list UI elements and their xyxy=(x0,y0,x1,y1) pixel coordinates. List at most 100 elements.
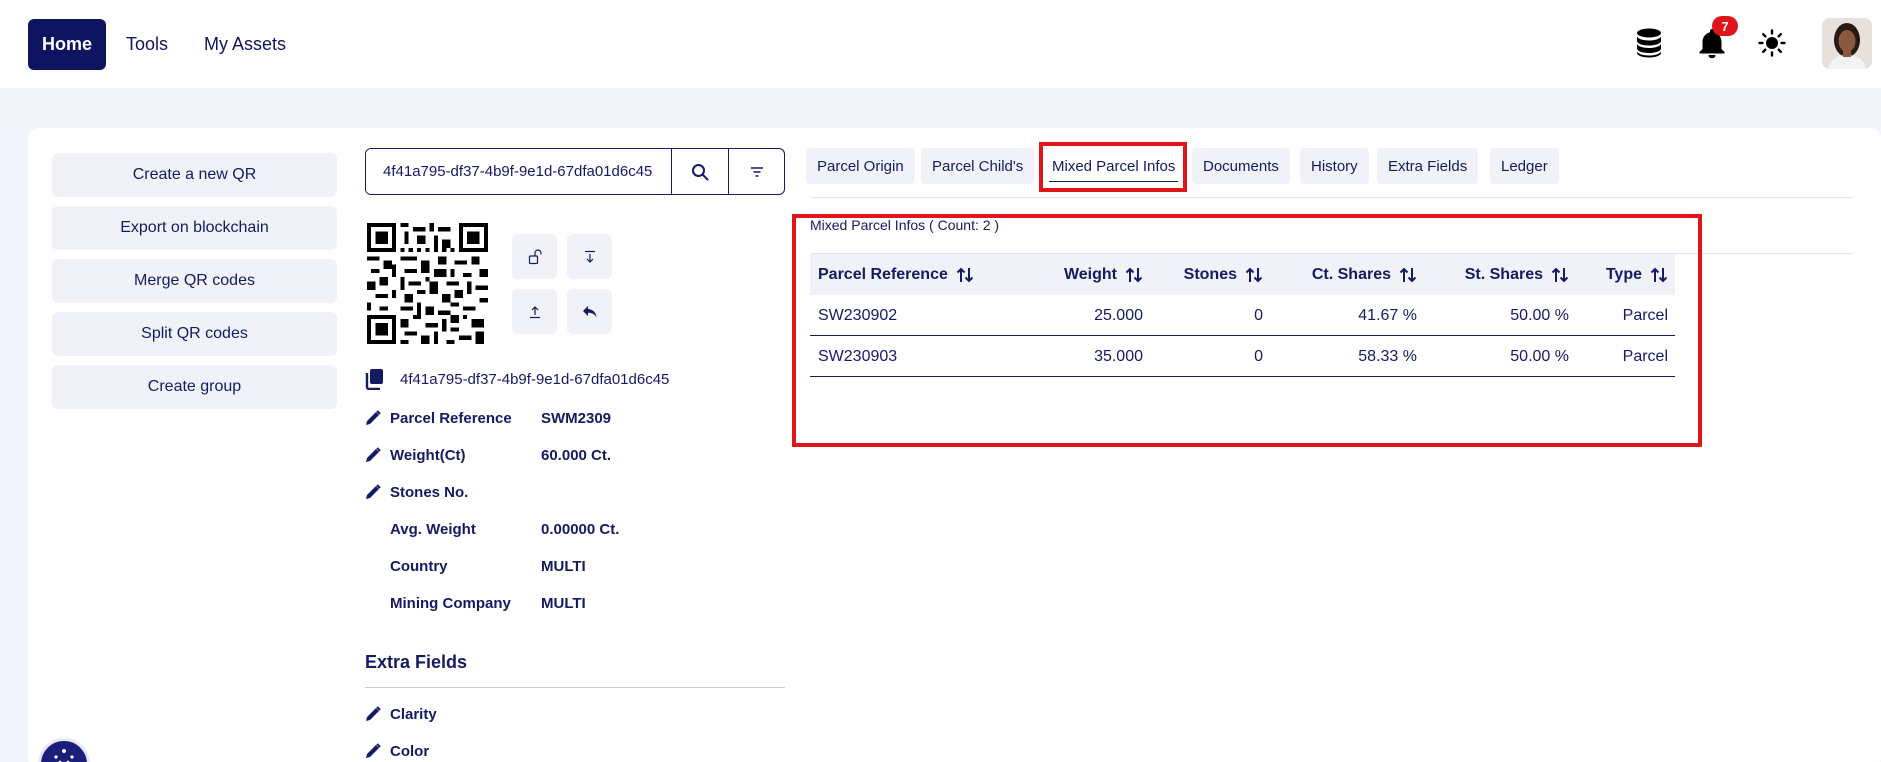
header-stones[interactable]: Stones xyxy=(1184,254,1263,295)
cell-weight: 35.000 xyxy=(1094,347,1143,365)
sort-icon xyxy=(956,266,974,284)
avatar-image xyxy=(1822,18,1872,69)
cell-st-shares: 50.00 % xyxy=(1510,347,1569,365)
cell-ct-shares: 58.33 % xyxy=(1358,347,1417,365)
mixed-parcel-table: Parcel Reference Weight Stones Ct. Share… xyxy=(810,254,1675,377)
sort-icon xyxy=(1125,266,1143,284)
unlock-icon xyxy=(528,248,542,264)
header-label: Parcel Reference xyxy=(818,265,948,283)
field-value: SWM2309 xyxy=(541,409,612,427)
parcel-uuid: 4f41a795-df37-4b9f-9e1d-67dfa01d6c45 xyxy=(400,370,670,388)
header-label: St. Shares xyxy=(1464,265,1543,283)
download-icon xyxy=(584,250,595,263)
cell-type: Parcel xyxy=(1622,347,1668,365)
field-weight: Weight(Ct) 60.000 Ct. xyxy=(365,444,611,466)
edit-pencil-icon[interactable] xyxy=(365,706,389,722)
reply-icon xyxy=(582,305,596,317)
tab-mixed-parcel-infos[interactable]: Mixed Parcel Infos xyxy=(1041,148,1187,184)
database-icon-svg xyxy=(1637,28,1661,58)
edit-pencil-icon[interactable] xyxy=(365,484,389,500)
cell-st-shares: 50.00 % xyxy=(1510,306,1569,324)
table-header: Parcel Reference Weight Stones Ct. Share… xyxy=(810,254,1675,295)
extra-fields-title: Extra Fields xyxy=(365,652,468,672)
tab-documents[interactable]: Documents xyxy=(1192,148,1290,184)
top-navbar: Home Tools My Assets 7 xyxy=(0,0,1881,88)
copy-icon[interactable] xyxy=(365,368,385,390)
search-input[interactable] xyxy=(366,149,671,194)
field-value: MULTI xyxy=(541,557,586,575)
pencil-icon xyxy=(366,484,381,499)
tab-history[interactable]: History xyxy=(1300,148,1369,184)
header-type[interactable]: Type xyxy=(1606,254,1668,295)
header-label: Weight xyxy=(1063,265,1117,283)
nav-tools-link[interactable]: Tools xyxy=(126,19,168,70)
header-st-shares[interactable]: St. Shares xyxy=(1465,254,1569,295)
sort-icon xyxy=(1551,266,1569,284)
field-label: Parcel Reference xyxy=(390,409,512,427)
qr-code-image xyxy=(367,223,488,344)
cell-parcel-reference: SW230902 xyxy=(818,306,898,324)
upload-button[interactable] xyxy=(512,289,557,334)
tab-parcel-origin[interactable]: Parcel Origin xyxy=(806,148,915,184)
header-label: Ct. Shares xyxy=(1311,265,1391,283)
cell-stones: 0 xyxy=(1254,306,1263,324)
field-label: Clarity xyxy=(390,705,437,723)
download-button[interactable] xyxy=(567,234,612,279)
edit-pencil-icon[interactable] xyxy=(365,447,389,463)
tab-parcel-childs[interactable]: Parcel Child's xyxy=(921,148,1035,184)
nav-my-assets-link[interactable]: My Assets xyxy=(204,19,286,70)
pencil-icon xyxy=(366,743,381,758)
field-stones-no: Stones No. xyxy=(365,481,468,503)
sort-icon xyxy=(1650,266,1668,284)
cell-ct-shares: 41.67 % xyxy=(1358,306,1417,324)
search-group xyxy=(365,148,785,195)
filter-button[interactable] xyxy=(728,149,784,194)
sun-icon-svg xyxy=(1758,29,1786,57)
field-value: 0.00000 Ct. xyxy=(541,520,620,538)
sort-icon xyxy=(1399,266,1417,284)
table-row[interactable]: SW230902 25.000 0 41.67 % 50.00 % Parcel xyxy=(810,295,1675,336)
split-qr-button[interactable]: Split QR codes xyxy=(52,312,337,356)
field-parcel-reference: Parcel Reference SWM2309 xyxy=(365,407,611,429)
table-row[interactable]: SW230903 35.000 0 58.33 % 50.00 % Parcel xyxy=(810,336,1675,377)
field-value: MULTI xyxy=(541,594,586,612)
search-button[interactable] xyxy=(671,149,728,194)
tab-ledger[interactable]: Ledger xyxy=(1490,148,1559,184)
export-blockchain-button[interactable]: Export on blockchain xyxy=(52,206,337,250)
cell-weight: 25.000 xyxy=(1094,306,1143,324)
cell-parcel-reference: SW230903 xyxy=(818,347,898,365)
database-icon[interactable] xyxy=(1634,28,1664,58)
header-weight[interactable]: Weight xyxy=(1064,254,1143,295)
tab-extra-fields[interactable]: Extra Fields xyxy=(1377,148,1479,184)
field-label: Color xyxy=(390,742,430,760)
nav-home-button[interactable]: Home xyxy=(28,19,106,70)
tabs-divider xyxy=(811,197,1853,198)
field-label: Stones No. xyxy=(390,483,469,501)
extra-field-clarity: Clarity xyxy=(365,703,437,725)
cell-type: Parcel xyxy=(1622,306,1668,324)
header-label: Type xyxy=(1605,265,1642,283)
search-icon xyxy=(692,163,709,180)
pencil-icon xyxy=(366,447,381,462)
sort-icon xyxy=(1245,266,1263,284)
unlock-button[interactable] xyxy=(512,234,557,279)
create-group-button[interactable]: Create group xyxy=(52,365,337,409)
edit-pencil-icon[interactable] xyxy=(365,743,389,759)
pencil-icon xyxy=(366,706,381,721)
extra-field-color: Color xyxy=(365,740,429,762)
filter-icon xyxy=(750,166,763,177)
create-qr-button[interactable]: Create a new QR xyxy=(52,153,337,197)
mixed-count-label: Mixed Parcel Infos ( Count: 2 ) xyxy=(810,217,1000,233)
field-label: Country xyxy=(390,557,448,575)
divider xyxy=(365,687,785,688)
reply-button[interactable] xyxy=(567,289,612,334)
field-label: Mining Company xyxy=(390,594,511,612)
cell-stones: 0 xyxy=(1254,347,1263,365)
header-parcel-reference[interactable]: Parcel Reference xyxy=(818,254,974,295)
header-ct-shares[interactable]: Ct. Shares xyxy=(1312,254,1417,295)
edit-pencil-icon[interactable] xyxy=(365,410,389,426)
network-icon xyxy=(54,749,74,762)
merge-qr-button[interactable]: Merge QR codes xyxy=(52,259,337,303)
user-avatar[interactable] xyxy=(1822,18,1872,69)
sun-icon[interactable] xyxy=(1757,28,1787,58)
